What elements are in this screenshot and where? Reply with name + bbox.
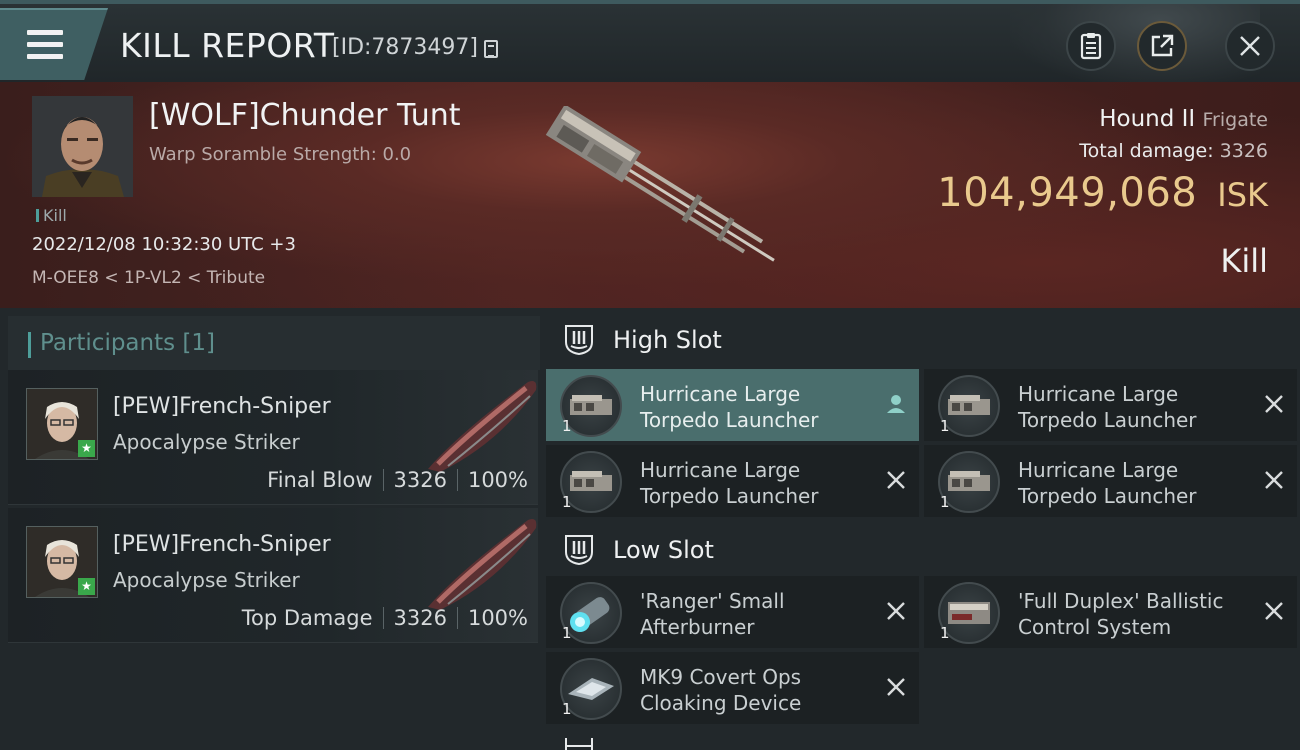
total-damage: Total damage: 3326 <box>1079 140 1268 162</box>
module-qty: 1 <box>562 700 572 718</box>
ship-name-text: Hound II <box>1099 106 1196 132</box>
kill-location[interactable]: M-OEE8 < 1P-VL2 < Tribute <box>32 268 265 288</box>
participant-percent: 100% <box>467 468 528 492</box>
module-qty: 1 <box>940 624 950 642</box>
victim-avatar[interactable] <box>32 96 133 197</box>
victim-ship-image[interactable] <box>520 106 790 286</box>
low-slot-icon <box>565 535 593 566</box>
high-slot-label: High Slot <box>613 326 722 354</box>
isk-value: 104,949,068 ISK <box>937 170 1268 216</box>
kill-tag: Kill <box>36 206 67 225</box>
victim-banner: [WOLF]Chunder Tunt Warp Soramble Strengt… <box>0 82 1300 308</box>
participant-stats: Top Damage 3326 100% <box>242 606 528 630</box>
participant-ship-image <box>428 519 537 610</box>
participants-panel: Participants [1] ★ [PEW]French-Sniper Ap… <box>0 308 540 750</box>
clipboard-button[interactable] <box>1066 21 1116 71</box>
destroyed-icon <box>887 471 905 489</box>
participant-card[interactable]: ★ [PEW]French-Sniper Apocalypse Striker … <box>8 508 538 643</box>
module-item[interactable]: 1 'Ranger' Small Afterburner <box>546 576 919 648</box>
destroyed-icon <box>887 678 905 696</box>
low-slot-header: Low Slot <box>540 518 1300 578</box>
participant-avatar[interactable]: ★ <box>26 526 98 598</box>
module-item[interactable]: 1 MK9 Covert Ops Cloaking Device <box>546 652 919 724</box>
total-damage-value: 3326 <box>1219 140 1268 162</box>
module-item[interactable]: 1 Hurricane Large Torpedo Launcher <box>546 369 919 441</box>
destroyed-icon <box>1265 602 1283 620</box>
destroyed-icon <box>887 602 905 620</box>
victim-name[interactable]: [WOLF]Chunder Tunt <box>149 98 461 133</box>
module-qty: 1 <box>562 417 572 435</box>
participant-ship-image <box>428 381 537 472</box>
module-item[interactable]: 1 'Full Duplex' Ballistic Control System <box>924 576 1297 648</box>
module-name: MK9 Covert Ops Cloaking Device <box>640 665 802 715</box>
low-slot-label: Low Slot <box>613 536 714 564</box>
module-name: 'Ranger' Small Afterburner <box>640 589 785 639</box>
module-name: 'Full Duplex' Ballistic Control System <box>1018 589 1224 639</box>
mid-slot-icon <box>565 738 593 750</box>
participants-header: Participants [1] <box>8 316 540 370</box>
high-slot-icon <box>565 325 593 356</box>
title-bar: KILL REPORT [ID:7873497] <box>0 0 1300 86</box>
isk-unit: ISK <box>1217 176 1268 214</box>
menu-icon <box>27 30 63 35</box>
report-id: [ID:7873497] <box>332 35 478 60</box>
participant-damage: 3326 <box>393 606 447 630</box>
participant-percent: 100% <box>467 606 528 630</box>
participant-card[interactable]: ★ [PEW]French-Sniper Apocalypse Striker … <box>8 370 538 505</box>
share-icon <box>1151 34 1174 57</box>
total-damage-label: Total damage: <box>1079 140 1214 162</box>
participant-stats: Final Blow 3326 100% <box>267 468 528 492</box>
isk-amount: 104,949,068 <box>937 170 1198 216</box>
corp-star-badge: ★ <box>78 578 95 595</box>
participant-avatar[interactable]: ★ <box>26 388 98 460</box>
page-title: KILL REPORT <box>120 26 335 65</box>
destroyed-icon <box>1265 471 1283 489</box>
victim-ship-name[interactable]: Hound II Frigate <box>1099 106 1268 132</box>
module-qty: 1 <box>562 493 572 511</box>
module-qty: 1 <box>940 493 950 511</box>
menu-button[interactable] <box>0 8 108 80</box>
copy-icon[interactable] <box>484 40 498 58</box>
ship-class: Frigate <box>1202 109 1268 131</box>
participant-ship: Apocalypse Striker <box>113 430 300 454</box>
module-item[interactable]: 1 Hurricane Large Torpedo Launcher <box>924 445 1297 517</box>
module-item[interactable]: 1 Hurricane Large Torpedo Launcher <box>546 445 919 517</box>
kill-result: Kill <box>1220 242 1268 280</box>
destroyed-icon <box>1265 395 1283 413</box>
warp-scramble-strength: Warp Soramble Strength: 0.0 <box>149 144 412 165</box>
participant-name[interactable]: [PEW]French-Sniper <box>113 394 331 419</box>
clipboard-icon <box>1080 33 1102 60</box>
share-button[interactable] <box>1137 21 1187 71</box>
module-name: Hurricane Large Torpedo Launcher <box>640 458 819 508</box>
module-name: Hurricane Large Torpedo Launcher <box>1018 458 1197 508</box>
module-qty: 1 <box>940 417 950 435</box>
participant-role: Top Damage <box>241 606 373 630</box>
close-button[interactable] <box>1225 21 1275 71</box>
participants-title: Participants [1] <box>40 330 215 356</box>
high-slot-header: High Slot <box>540 308 1300 368</box>
module-qty: 1 <box>562 624 572 642</box>
participant-damage: 3326 <box>393 468 447 492</box>
participant-name[interactable]: [PEW]French-Sniper <box>113 532 331 557</box>
fitting-panel: High Slot 1 Hurricane Large Torpedo Launc… <box>540 308 1300 750</box>
corp-star-badge: ★ <box>78 440 95 457</box>
module-name: Hurricane Large Torpedo Launcher <box>640 382 819 432</box>
victim-portrait <box>32 96 133 197</box>
dropped-icon <box>887 395 905 413</box>
planet-decoration <box>1010 4 1260 86</box>
participant-role: Final Blow <box>267 468 373 492</box>
module-name: Hurricane Large Torpedo Launcher <box>1018 382 1197 432</box>
module-item[interactable]: 1 Hurricane Large Torpedo Launcher <box>924 369 1297 441</box>
close-icon <box>1240 36 1260 56</box>
participant-ship: Apocalypse Striker <box>113 568 300 592</box>
kill-datetime: 2022/12/08 10:32:30 UTC +3 <box>32 234 296 255</box>
